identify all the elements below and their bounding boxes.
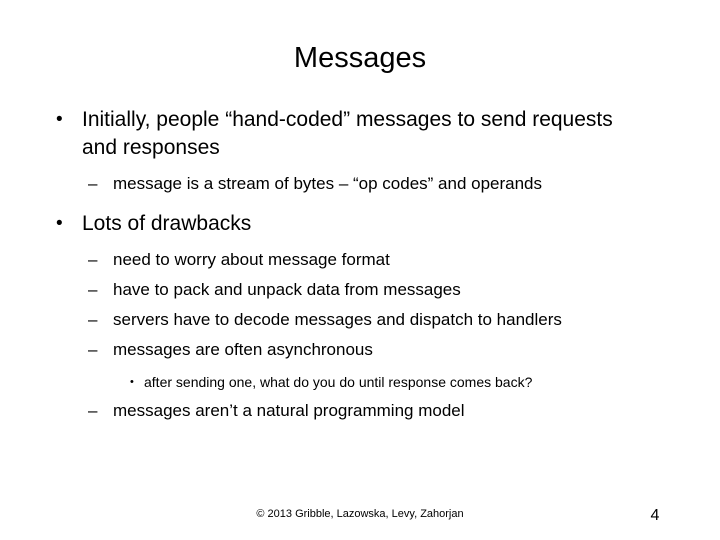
bullet-marker-dot-icon: •	[56, 213, 63, 234]
bullet-level1-initially: • Initially, people “hand-coded” message…	[0, 106, 720, 162]
bullet-marker-dash-icon: –	[88, 401, 98, 420]
bullet-level3-after-sending-one: • after sending one, what do you do unti…	[0, 372, 720, 393]
bullet-text: Initially, people “hand-coded” messages …	[82, 108, 613, 159]
bullet-level2-not-natural-model: – messages aren’t a natural programming …	[0, 399, 720, 423]
bullet-text: Lots of drawbacks	[82, 212, 252, 235]
bullet-text: messages are often asynchronous	[113, 340, 373, 359]
bullet-level2-message-stream: – message is a stream of bytes – “op cod…	[0, 172, 720, 196]
page-title: Messages	[293, 42, 427, 74]
bullet-text: after sending one, what do you do until …	[144, 374, 533, 390]
bullet-text: servers have to decode messages and disp…	[113, 310, 562, 329]
bullet-marker-dash-icon: –	[88, 310, 98, 329]
page-number: 4	[650, 507, 660, 524]
bullet-text: need to worry about message format	[113, 250, 390, 269]
bullet-marker-dot-icon: •	[56, 109, 63, 130]
bullet-marker-dash-icon: –	[88, 174, 98, 193]
bullet-level2-asynchronous: – messages are often asynchronous	[0, 338, 720, 362]
slide: Messages • Initially, people “hand-coded…	[0, 0, 720, 540]
footer-copyright: © 2013 Gribble, Lazowska, Levy, Zahorjan	[256, 508, 464, 520]
bullet-text: message is a stream of bytes – “op codes…	[113, 174, 543, 193]
slide-body: • Initially, people “hand-coded” message…	[0, 106, 720, 423]
bullet-marker-dash-icon: –	[88, 340, 98, 359]
bullet-level2-servers-decode: – servers have to decode messages and di…	[0, 308, 720, 332]
bullet-level2-pack-unpack: – have to pack and unpack data from mess…	[0, 278, 720, 302]
bullet-level2-message-format: – need to worry about message format	[0, 248, 720, 272]
bullet-marker-dash-icon: –	[88, 280, 98, 299]
bullet-text: have to pack and unpack data from messag…	[113, 280, 461, 299]
bullet-text: messages aren’t a natural programming mo…	[113, 401, 465, 420]
bullet-level1-lots-of-drawbacks: • Lots of drawbacks	[0, 210, 720, 238]
bullet-marker-dash-icon: –	[88, 250, 98, 269]
bullet-marker-smalldot-icon: •	[130, 376, 134, 388]
